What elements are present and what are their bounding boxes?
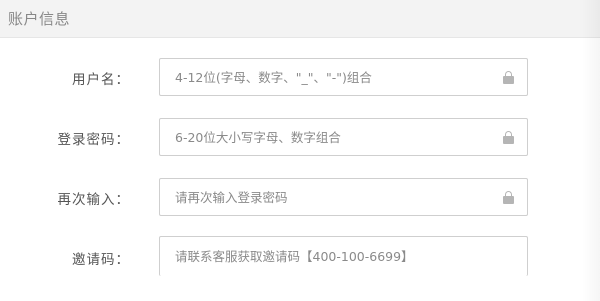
confirm-password-input[interactable]	[160, 179, 527, 215]
section-header: 账户信息	[0, 0, 600, 38]
password-field-box[interactable]	[159, 118, 528, 156]
invite-code-input[interactable]	[160, 237, 527, 276]
section-title: 账户信息	[8, 10, 71, 28]
lock-icon	[503, 71, 514, 84]
password-input[interactable]	[160, 119, 527, 155]
invite-code-field-box[interactable]	[159, 236, 528, 276]
password-label: 登录密码：	[57, 132, 130, 148]
username-input[interactable]	[160, 59, 527, 95]
edge-shadow	[582, 0, 600, 301]
username-label: 用户名：	[72, 72, 130, 88]
lock-icon	[503, 131, 514, 144]
invite-code-label: 邀请码：	[72, 252, 130, 268]
username-field-box[interactable]	[159, 58, 528, 96]
confirm-password-field-box[interactable]	[159, 178, 528, 216]
lock-icon	[503, 191, 514, 204]
confirm-password-label: 再次输入：	[57, 192, 130, 208]
